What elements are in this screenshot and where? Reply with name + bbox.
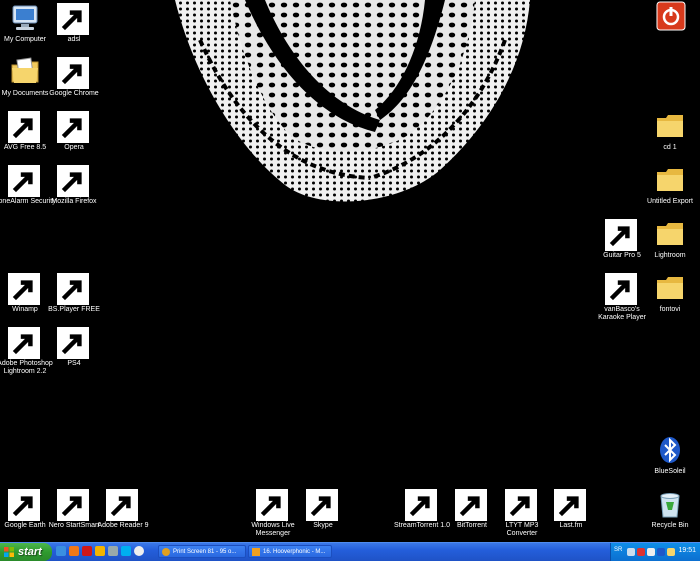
avg-icon [8,110,41,143]
lastfm-icon: as [554,488,587,521]
streamtorrent-icon [405,488,438,521]
firefox-icon[interactable] [69,546,79,556]
documents-folder-icon [9,56,41,88]
skype-icon: S [306,488,339,521]
doily-wallpaper [175,0,530,202]
gear-icon[interactable] [108,546,118,556]
chrome-icon[interactable] [95,546,105,556]
chrome-icon [57,56,90,89]
desktop-icon-lastfm[interactable]: as Last.fm [540,488,602,530]
mp3-converter-icon [505,488,538,521]
zonealarm-icon [8,164,41,197]
adobe-reader-icon [106,488,139,521]
clock[interactable]: 19:51 [678,547,696,554]
power-icon [655,0,687,32]
google-earth-icon [8,488,41,521]
desktop-icon-google-chrome[interactable]: Google Chrome [43,56,105,98]
desktop-icon-cd-1[interactable]: cd 1 [639,110,700,152]
desktop-icon-bluesoleil[interactable]: BlueSoleil [639,434,700,476]
guitar-pro-icon [605,218,638,251]
bluetooth-icon [654,434,686,466]
windows-flag-icon [4,547,14,557]
karaoke-icon [605,272,638,305]
nero-icon [57,488,90,521]
start-label: start [18,546,42,558]
firefox-icon [57,164,90,197]
ie-icon[interactable] [56,546,66,556]
start-button[interactable]: start [0,543,52,561]
desktop[interactable]: My Computer adsl My Documents Google Chr… [0,0,700,542]
language-indicator[interactable]: SR [614,547,622,553]
desktop-icon-fontovi[interactable]: fontovi [639,272,700,314]
skype-icon[interactable] [121,546,131,556]
power-icon[interactable] [134,546,144,556]
desktop-icon-adobe-reader[interactable]: Adobe Reader 9 [92,488,154,530]
opera-icon [57,110,90,143]
folder-icon [654,218,686,250]
system-tray: SR 19:51 [610,543,700,561]
desktop-icon-power[interactable] [640,0,700,34]
winamp-icon [252,548,260,556]
bluetooth-icon[interactable] [657,548,665,556]
winamp-icon [8,272,41,305]
network-icon[interactable] [627,548,635,556]
recycle-bin-icon [654,488,686,520]
taskbar-item-print-screen[interactable]: Print Screen 81 - 95 o... [158,545,246,558]
desktop-icon-bsplayer[interactable]: BS BS.Player FREE [43,272,105,314]
messenger-icon [256,488,289,521]
opera-icon[interactable] [82,546,92,556]
folder-icon [654,272,686,304]
desktop-icon-ps4[interactable]: Ps PS4 [43,326,105,368]
desktop-icon-lightroom-folder[interactable]: Lightroom [639,218,700,260]
bsplayer-icon: BS [57,272,90,305]
desktop-icon-skype[interactable]: S Skype [292,488,354,530]
folder-icon[interactable] [667,548,675,556]
lightroom-icon: Lr [8,326,41,359]
ie-icon [162,548,170,556]
computer-icon [9,2,41,34]
taskbar: start Print Screen 81 - 95 o... 16. Hoov… [0,542,700,561]
quick-launch [56,546,144,558]
folder-icon [654,164,686,196]
folder-icon [654,110,686,142]
volume-icon[interactable] [647,548,655,556]
bittorrent-icon [455,488,488,521]
desktop-icon-mozilla-firefox[interactable]: Mozilla Firefox [43,164,105,206]
desktop-icon-untitled-export[interactable]: Untitled Export [639,164,700,206]
shield-icon[interactable] [637,548,645,556]
desktop-icon-adsl[interactable]: adsl [43,2,105,44]
desktop-icon-recycle-bin[interactable]: Recycle Bin [639,488,700,530]
photoshop-icon: Ps [57,326,90,359]
network-icon [57,2,90,35]
taskbar-item-hooverphonic[interactable]: 16. Hooverphonic - M... [248,545,332,558]
desktop-icon-opera[interactable]: Opera [43,110,105,152]
